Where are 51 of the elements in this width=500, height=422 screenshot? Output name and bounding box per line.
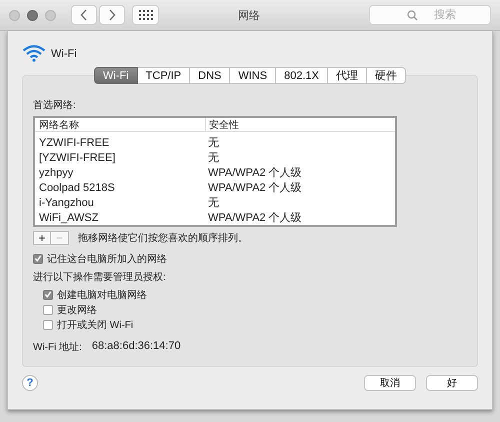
chevron-left-icon [80,9,88,21]
checkbox[interactable] [43,290,53,300]
table-cell-text: WPA/WPA2 个人级 [207,166,302,180]
column-header[interactable]: 网络名称 [35,118,205,132]
section-label: 进行以下操作需要管理员授权: [33,270,167,284]
table-cell-text: WPA/WPA2 个人级 [207,211,302,225]
table-cell-text: i-Yangzhou [38,196,95,208]
table-cell-text: WiFi_AWSZ [38,212,100,224]
tab[interactable]: DNS [190,67,230,84]
checkbox[interactable] [33,254,43,264]
checkmark-icon [44,290,52,299]
table-cell-text: 无 [207,196,219,210]
search-field[interactable]: 搜索 [369,5,491,25]
table-cell-text: 无 [207,136,219,150]
table-cell-text: yzhpyy [38,166,74,178]
checkbox-label: 记住这台电脑所加入的网络 [47,252,167,266]
checkbox-label: 更改网络 [57,304,97,316]
table-cell-text: WPA/WPA2 个人级 [207,181,302,195]
tab[interactable]: WINS [230,67,276,84]
forward-button[interactable] [99,5,125,25]
grid-icon [138,10,152,20]
help-button[interactable]: ? [22,375,38,391]
tab[interactable]: 802.1X [276,67,328,84]
address-label: Wi-Fi 地址: [33,340,82,354]
table-cell-text: Coolpad 5218S [38,182,116,194]
tab[interactable]: Wi-Fi [94,67,138,84]
table-cell-text: [YZWIFI-FREE] [38,152,116,164]
section-label: 首选网络: [33,98,77,112]
checkmark-icon [34,254,42,263]
cancel-button[interactable]: 取消 [364,375,416,391]
column-header[interactable]: 安全性 [205,118,239,132]
tab[interactable]: 代理 [328,67,367,84]
checkbox-label: 打开或关闭 Wi-Fi [57,318,134,332]
checkbox-label: 创建电脑对电脑网络 [57,288,147,302]
back-button[interactable] [71,5,97,25]
address-value: 68:a8:6d:36:14:70 [92,340,181,354]
chevron-right-icon [108,9,116,21]
wifi-icon [22,44,46,62]
tab[interactable]: TCP/IP [138,67,190,84]
table-cell-text: YZWIFI-FREE [38,136,110,148]
window-title: 网络 [237,8,261,22]
ok-button[interactable]: 好 [426,375,478,391]
add-button[interactable]: + [33,231,51,245]
table-cell-text: 无 [207,151,219,165]
tab[interactable]: 硬件 [366,67,406,84]
checkbox[interactable] [43,320,53,330]
minimize-button[interactable] [27,10,38,20]
hint-text: 拖移网络使它们按您喜欢的顺序排列。 [78,232,248,245]
show-all-button[interactable] [132,5,159,25]
checkbox[interactable] [43,304,53,314]
service-name: Wi-Fi [51,48,77,60]
